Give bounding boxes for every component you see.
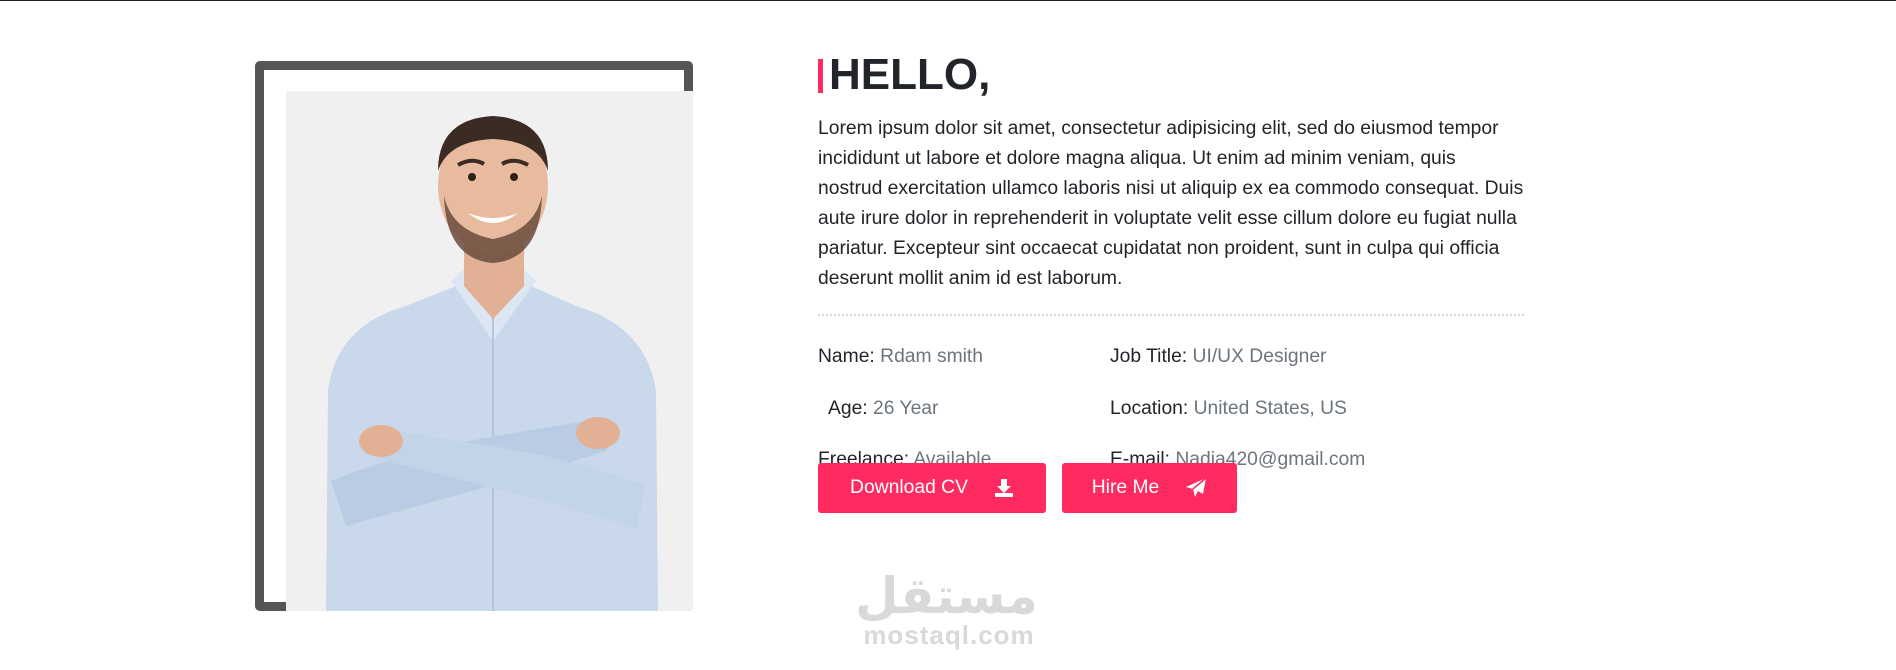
info-location-label: Location: xyxy=(1110,398,1189,419)
info-name: Name: Rdam smith xyxy=(818,342,983,372)
about-content: HELLO, Lorem ipsum dolor sit amet, conse… xyxy=(818,50,1524,498)
download-cv-button[interactable]: Download CV xyxy=(818,463,1046,513)
info-location-value: United States, US xyxy=(1193,398,1347,419)
download-cv-label: Download CV xyxy=(850,477,968,498)
top-border-line xyxy=(0,0,1896,1)
watermark-arabic: مستقل xyxy=(855,567,1038,625)
info-age: Age: 26 Year xyxy=(828,394,938,424)
info-name-value: Rdam smith xyxy=(880,346,984,367)
profile-photo xyxy=(286,91,693,611)
info-age-value: 26 Year xyxy=(873,398,939,419)
dotted-divider xyxy=(818,314,1524,316)
paper-plane-icon xyxy=(1185,477,1207,499)
download-icon xyxy=(994,478,1014,498)
mostaql-watermark: مستقل mostaql.com xyxy=(855,567,1038,650)
hire-me-label: Hire Me xyxy=(1091,477,1160,498)
hello-text: HELLO, xyxy=(829,50,991,99)
info-location: Location: United States, US xyxy=(1110,394,1347,424)
hello-heading: HELLO, xyxy=(818,50,1524,100)
hire-me-button[interactable]: Hire Me xyxy=(1062,463,1237,513)
accent-cursor-bar xyxy=(818,59,823,93)
info-age-label: Age: xyxy=(828,398,868,419)
watermark-latin: mostaql.com xyxy=(863,620,1035,650)
info-job-title: Job Title: UI/UX Designer xyxy=(1110,342,1326,372)
person-illustration xyxy=(326,116,658,611)
info-job-title-value: UI/UX Designer xyxy=(1192,346,1327,367)
info-job-title-label: Job Title: xyxy=(1110,346,1188,367)
info-name-label: Name: xyxy=(818,346,875,367)
intro-paragraph: Lorem ipsum dolor sit amet, consectetur … xyxy=(818,118,1524,289)
